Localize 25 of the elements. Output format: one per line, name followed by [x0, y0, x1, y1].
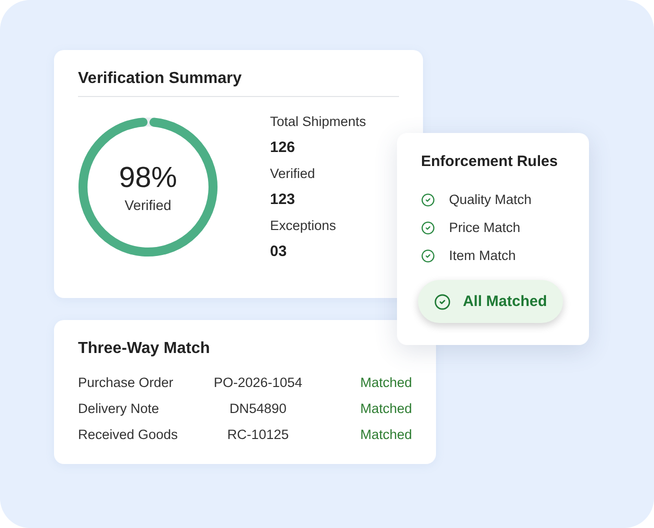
stat-value: 126 [270, 139, 296, 157]
stat-label: Total Shipments [270, 113, 366, 131]
rule-label: Item Match [449, 247, 516, 265]
reference-number: DN54890 [228, 400, 288, 418]
card-title: Three-Way Match [78, 340, 211, 358]
document-name: Received Goods [78, 426, 179, 444]
reference-number: PO-2026-1054 [212, 374, 304, 392]
document-name: Purchase Order [78, 374, 174, 392]
document-name: Delivery Note [78, 400, 160, 418]
match-status: Matched [359, 374, 412, 392]
rule-label: Price Match [449, 219, 520, 237]
stat-value: 03 [270, 243, 288, 261]
stat-label: Exceptions [270, 217, 338, 235]
all-matched-button[interactable]: All Matched [418, 280, 563, 323]
check-circle-icon [434, 292, 451, 310]
percent-label: Verified [124, 196, 172, 212]
stat-label: Verified [270, 165, 316, 183]
rule-label: Quality Match [449, 191, 532, 209]
reference-number: RC-10125 [226, 426, 290, 444]
percent-value: 98% [118, 162, 178, 194]
card-title: Enforcement Rules [421, 153, 559, 170]
match-status: Matched [359, 400, 412, 418]
match-status: Matched [359, 426, 412, 444]
card-title: Verification Summary [78, 70, 243, 88]
stat-value: 123 [270, 191, 296, 209]
